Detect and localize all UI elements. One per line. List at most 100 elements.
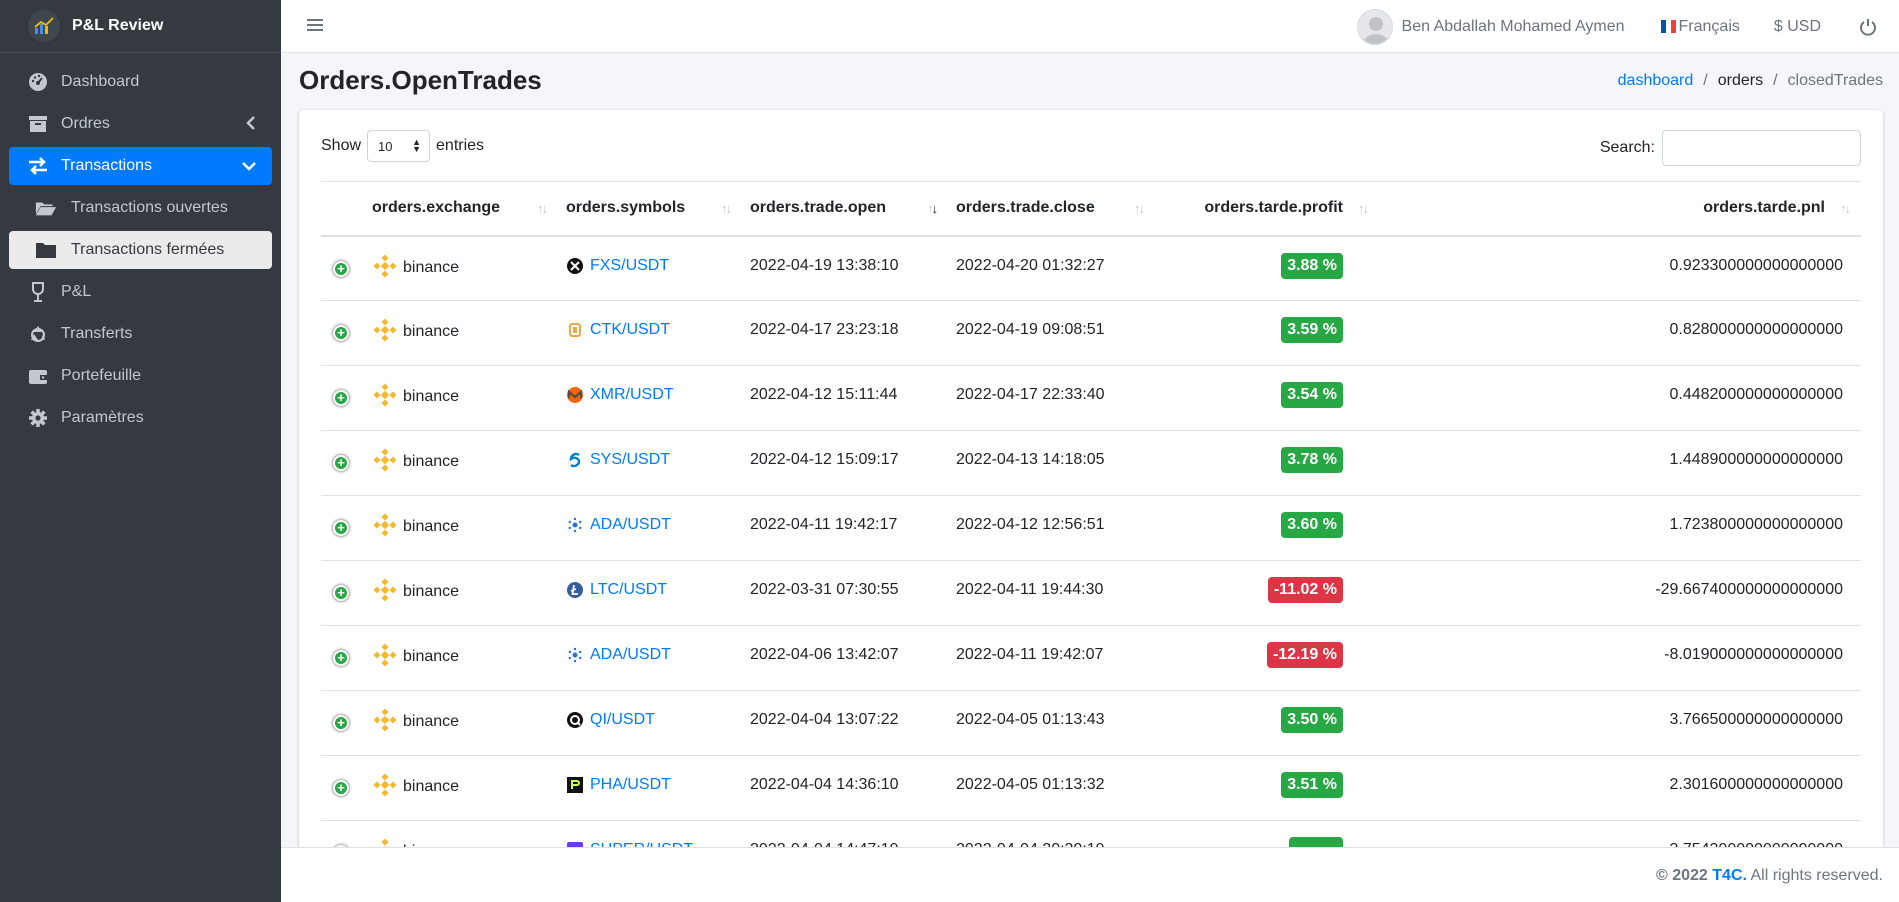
exchange-cell: binance [364, 430, 558, 496]
expand-row-plus-icon[interactable]: + [333, 780, 349, 796]
binance-logo-icon [372, 772, 398, 798]
footer-copyright: © 2022 T4C. All rights reserved. [1656, 867, 1883, 885]
sort-desc-icon: ↑↓ [927, 201, 938, 216]
table-row: + binance FXS/USDT 2022-04-19 13:38:10 2022-… [321, 235, 1861, 301]
sidebar-item-label: Transferts [61, 325, 133, 342]
user-name: Ben Abdallah Mohamed Aymen [1401, 17, 1625, 35]
symbol-link[interactable]: ADA/USDT [590, 646, 671, 664]
binance-logo-icon [372, 253, 398, 279]
sidebar-item-wallet[interactable]: Portefeuille [9, 357, 272, 395]
expand-row-plus-icon[interactable]: + [333, 325, 349, 341]
exchange-name: binance [403, 778, 460, 795]
table-row: + binance LTC/USDT 2022-03-31 07:30:55 2022-… [321, 560, 1861, 626]
expand-row-plus-icon[interactable]: + [333, 390, 349, 406]
trades-table-body: + binance FXS/USDT 2022-04-19 13:38:10 2022-… [321, 235, 1861, 850]
brand[interactable]: P&L Review [0, 0, 281, 53]
pnl-cell: 2.301600000000000000 [1379, 755, 1861, 821]
pnl-cell: 0.828000000000000000 [1379, 300, 1861, 366]
exchange-cell: binance [364, 755, 558, 821]
expand-row-plus-icon[interactable]: + [333, 260, 349, 277]
expand-row-plus-icon[interactable]: + [333, 650, 349, 666]
expand-cell: + [321, 625, 364, 691]
exchange-cell: binance [364, 365, 558, 431]
table-row: +binanceSUPER/USDT2022-04-04 14:47:19202… [321, 820, 1861, 850]
trade-close-cell: 2022-04-13 14:18:05 [948, 430, 1155, 496]
sidebar-item-label: Transactions fermées [71, 241, 225, 258]
user-menu[interactable]: Ben Abdallah Mohamed Aymen [1356, 8, 1625, 45]
footer-brand-link[interactable]: T4C. [1712, 867, 1747, 884]
trade-open-cell: 2022-03-31 07:30:55 [742, 560, 948, 626]
column-header-symbols[interactable]: orders.symbols ↑↓ [558, 181, 742, 237]
sidebar-item-open-transactions[interactable]: Transactions ouvertes [9, 189, 272, 227]
symbol-link[interactable]: FXS/USDT [590, 257, 669, 275]
profit-cell [1155, 820, 1379, 850]
search-input[interactable] [1662, 130, 1861, 166]
language-selector[interactable]: Français [1660, 18, 1740, 36]
expand-row-plus-icon[interactable]: + [333, 585, 349, 601]
trade-open-cell: 2022-04-17 23:23:18 [742, 300, 948, 366]
coin-icon [566, 257, 584, 275]
symbol-cell: PHA/USDT [558, 755, 742, 821]
symbol-link[interactable]: LTC/USDT [590, 581, 667, 599]
expand-row-plus-icon[interactable]: + [333, 715, 349, 731]
column-header-profit[interactable]: orders.tarde.profit ↑↓ [1155, 181, 1379, 237]
sidebar-nav: Dashboard Ordres Transactions Transactio… [0, 53, 281, 437]
sidebar-item-dashboard[interactable]: Dashboard [9, 63, 272, 101]
symbol-link[interactable]: ADA/USDT [590, 516, 671, 534]
breadcrumb-dashboard[interactable]: dashboard [1618, 72, 1694, 90]
trade-open-cell: 2022-04-12 15:11:44 [742, 365, 948, 431]
exchange-name: binance [403, 648, 460, 665]
wine-glass-icon [27, 281, 49, 303]
trade-open-cell: 2022-04-11 19:42:17 [742, 495, 948, 561]
exchange-cell: binance [364, 820, 558, 850]
sidebar-item-ordres[interactable]: Ordres [9, 105, 272, 143]
show-label: Show [321, 137, 362, 154]
power-icon[interactable] [1859, 18, 1877, 36]
coin-icon [566, 711, 584, 729]
breadcrumb-orders: orders [1717, 72, 1764, 89]
column-header-trade-open[interactable]: orders.trade.open ↑↓ [742, 181, 948, 237]
sidebar-item-transfers[interactable]: Transferts [9, 315, 272, 353]
column-header-trade-close[interactable]: orders.trade.close ↑↓ [948, 181, 1155, 237]
binance-logo-icon [372, 447, 398, 473]
expand-cell: + [321, 560, 364, 626]
expand-row-plus-icon[interactable]: + [333, 455, 349, 471]
search-label: Search: [1599, 139, 1655, 156]
exchange-name: binance [403, 518, 460, 535]
trades-table: orders.exchange ↑↓ orders.symbols ↑↓ order… [321, 181, 1861, 850]
table-row: + binance ADA/USDT 2022-04-06 13:42:07 2022-… [321, 625, 1861, 691]
recycle-icon [27, 323, 49, 345]
symbol-link[interactable]: CTK/USDT [590, 321, 670, 339]
sidebar-item-pnl[interactable]: P&L [9, 273, 272, 311]
trade-close-cell: 2022-04-20 01:32:27 [948, 235, 1155, 301]
footer: © 2022 T4C. All rights reserved. [281, 847, 1899, 902]
profit-cell: -11.02 % [1155, 560, 1379, 626]
profit-cell: 3.78 % [1155, 430, 1379, 496]
exchange-name: binance [403, 453, 460, 470]
symbol-link[interactable]: SYS/USDT [590, 451, 670, 469]
expand-row-plus-icon[interactable]: + [333, 520, 349, 536]
coin-icon [566, 581, 584, 599]
entries-select-value: 10 [378, 138, 393, 154]
profit-cell: 3.54 % [1155, 365, 1379, 431]
profit-cell: 3.51 % [1155, 755, 1379, 821]
brand-title: P&L Review [72, 17, 164, 34]
trade-open-cell: 2022-04-12 15:09:17 [742, 430, 948, 496]
currency-selector[interactable]: $ USD [1774, 18, 1821, 36]
profit-cell: -12.19 % [1155, 625, 1379, 691]
sidebar-item-transactions[interactable]: Transactions [9, 147, 272, 185]
symbol-link[interactable]: QI/USDT [590, 711, 655, 729]
trade-open-cell: 2022-04-04 14:47:19 [742, 820, 948, 850]
profit-cell: 3.60 % [1155, 495, 1379, 561]
coin-icon [566, 451, 584, 469]
hamburger-menu-icon[interactable] [307, 16, 323, 36]
column-header-pnl[interactable]: orders.tarde.pnl ↑↓ [1379, 181, 1861, 237]
sidebar-item-settings[interactable]: Paramètres [9, 399, 272, 437]
symbol-link[interactable]: PHA/USDT [590, 776, 671, 794]
symbol-link[interactable]: XMR/USDT [590, 386, 674, 404]
trade-open-cell: 2022-04-04 13:07:22 [742, 690, 948, 756]
sidebar-item-closed-transactions[interactable]: Transactions fermées [9, 231, 272, 269]
entries-select[interactable]: 10 ▲ ▼ [367, 130, 431, 162]
column-header-exchange[interactable]: orders.exchange ↑↓ [364, 181, 558, 237]
trade-open-cell: 2022-04-19 13:38:10 [742, 235, 948, 301]
